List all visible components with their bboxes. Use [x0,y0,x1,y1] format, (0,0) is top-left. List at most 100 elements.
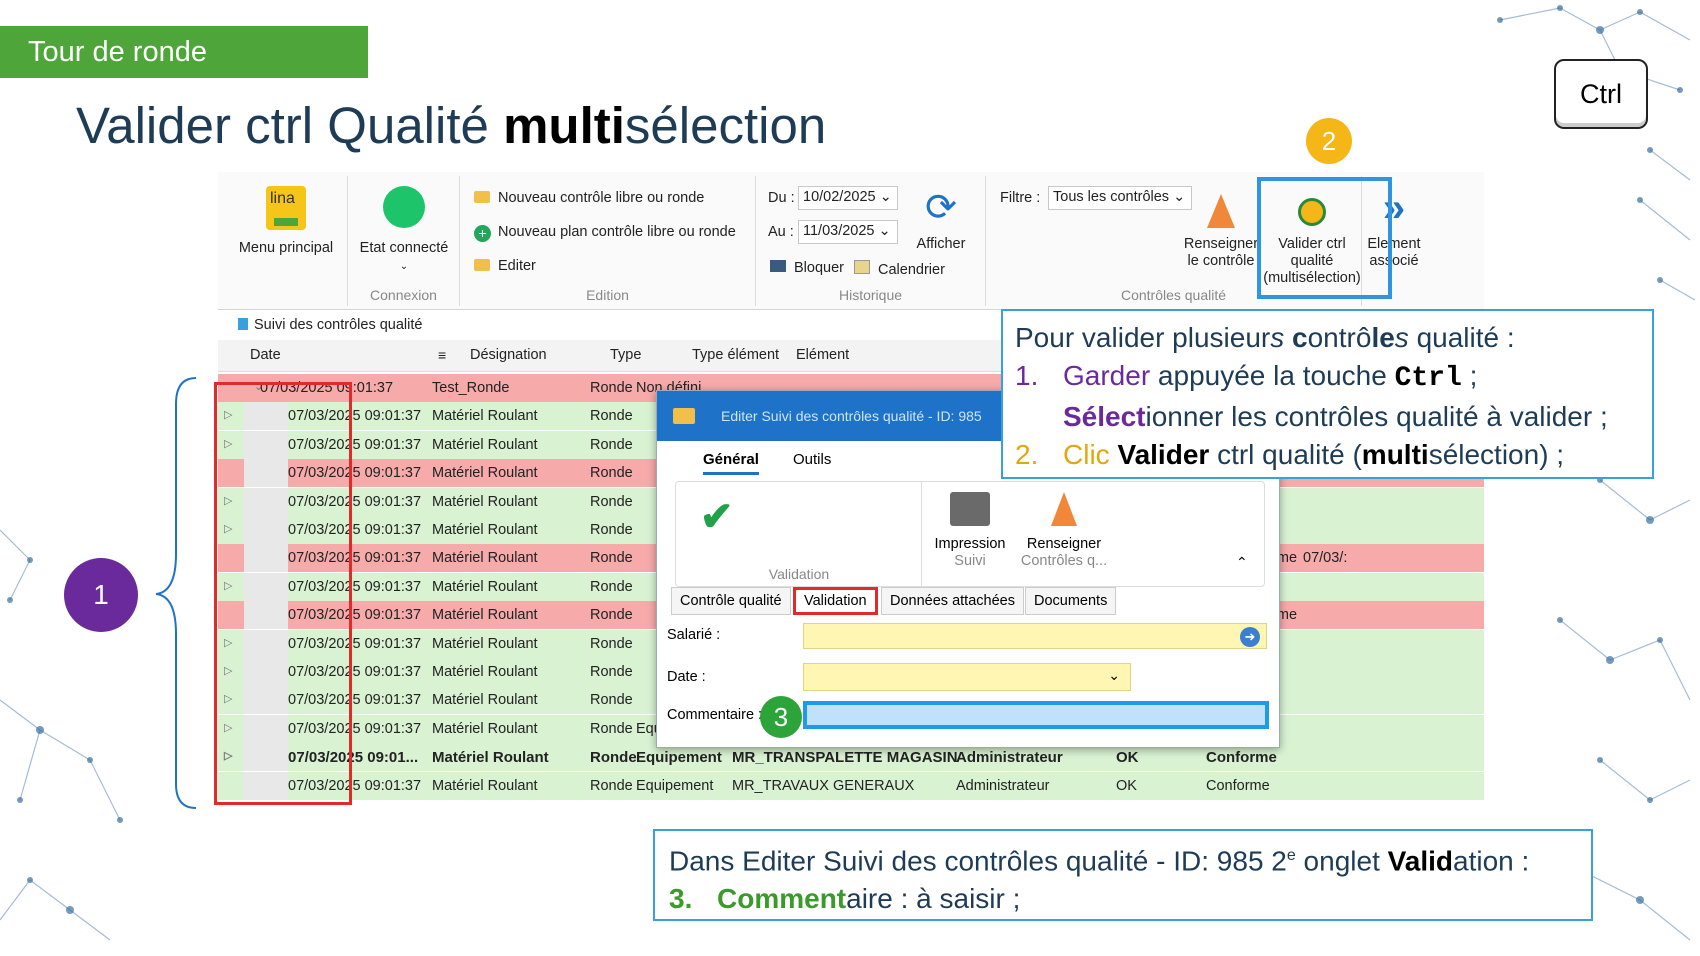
chevron-down-icon: ⌄ [1108,667,1120,683]
impression-button[interactable]: Impression Suivi [924,492,1016,570]
callout1-line1: 1. Garder appuyée la touche Ctrl ; [1015,357,1640,398]
col-type-element[interactable]: Type élément [692,347,779,363]
brace-icon [155,377,197,809]
cell-type-element: Equipement [636,749,722,767]
validate-check-icon[interactable]: ✔ [700,494,734,540]
section-tag: Tour de ronde [0,26,368,78]
cell-date2: 07/03/: [1303,550,1348,567]
callout1-line2: Sélectionner les contrôles qualité à val… [1015,398,1640,436]
network-top-right [1497,5,1696,301]
arrow-right-icon[interactable]: ➜ [1240,627,1260,647]
cell-designation: Matériel Roulant [432,635,538,652]
nouveau-plan-label: Nouveau plan contrôle libre ou ronde [498,224,736,240]
cell-designation: Matériel Roulant [432,522,538,538]
cell-result: Conforme [1206,749,1277,767]
col-date[interactable]: Date [250,347,281,363]
validation-group: ✔ Validation [676,482,922,586]
renseigner-dialog-button[interactable]: Renseigner Contrôles q... [1016,492,1112,570]
nouveau-controle-button[interactable]: Nouveau contrôle libre ou ronde [474,190,704,206]
etat-connecte-button[interactable]: Etat connecté ⌄ [352,186,456,275]
date-field[interactable]: ⌄ [803,663,1131,691]
flask-icon [1051,492,1077,526]
col-designation[interactable]: Désignation [470,347,547,363]
col-type[interactable]: Type [610,347,641,363]
au-date-picker[interactable]: 11/03/2025 ⌄ [798,220,898,244]
subtab-documents[interactable]: Documents [1025,587,1117,615]
cell-designation: Matériel Roulant [432,465,538,482]
c2-t: Dans Editer Suivi des contrôles qualité … [669,845,1287,877]
table-row[interactable]: 07/03/2025 09:01:37 Matériel Roulant Ronde… [218,771,1484,800]
status-green-icon [383,186,425,228]
salarie-label: Salarié : [667,627,721,643]
cell-designation: Matériel Roulant [432,436,538,453]
c1-t: c [1292,322,1308,353]
filtre-label: Filtre : [1000,190,1041,206]
tab-general[interactable]: Général [703,451,759,475]
controles-q-label: Contrôles q... [1020,553,1108,569]
title-part1: Valider ctrl Qualité [76,97,504,154]
renseigner-label-2: le contrôle [1187,253,1255,269]
commentaire-label: Commentaire : [667,707,763,723]
c1-t: ontrô [1307,322,1372,353]
cell-designation: Matériel Roulant [432,664,538,680]
editer-button[interactable]: Editer [474,258,536,274]
chevron-down-icon: ⌄ [879,189,892,205]
commentaire-field[interactable] [803,701,1269,729]
subtab-donnees-attachees[interactable]: Données attachées [881,587,1024,615]
renseigner-dialog-label: Renseigner [1026,536,1102,552]
cell-type-element: Equipement [636,777,714,794]
salarie-field[interactable]: ➜ [803,623,1267,649]
collapse-chevron-icon[interactable]: ⌃ [1236,554,1248,571]
nouveau-plan-button[interactable]: + Nouveau plan contrôle libre ou ronde [474,224,736,242]
cell-type: Ronde [590,607,633,624]
au-value: 11/03/2025 [803,223,875,239]
c2-t: ation : [1453,845,1530,877]
calendrier-button[interactable]: Calendrier [854,260,945,278]
menu-principal-label: Menu principal [238,240,334,256]
c1-t: s [1270,322,1285,353]
c1-t: Valider [1117,439,1210,470]
group-label-connexion: Connexion [370,287,437,303]
c1-t: Garder [1063,360,1151,391]
cell-type: Ronde [590,380,633,396]
callout2-line1: Dans Editer Suivi des contrôles qualité … [669,837,1577,880]
cell-type: Ronde [590,550,633,567]
menu-principal-button[interactable]: lina Menu principal [230,186,342,257]
c2-t: aire : à saisir ; [846,883,1021,915]
selection-highlight [214,382,352,805]
cell-designation: Matériel Roulant [432,408,538,425]
afficher-button[interactable]: ⟳ Afficher [908,188,974,253]
du-date-picker[interactable]: 10/02/2025 ⌄ [798,186,898,210]
bloquer-label: Bloquer [794,260,844,276]
cell-designation: Matériel Roulant [432,749,549,767]
logo-text: lina [270,190,295,207]
subtab-controle-qualite[interactable]: Contrôle qualité [671,587,791,615]
plus-circle-icon: + [474,225,491,242]
cell-user: Administrateur [956,749,1063,767]
cell-type: Ronde [590,635,633,652]
du-label: Du : [768,190,795,206]
subtab-validation[interactable]: Validation [793,587,878,615]
au-label: Au : [768,224,794,240]
calendrier-label: Calendrier [878,262,945,278]
date-label: Date : [667,669,706,685]
flask-small-icon [238,318,248,330]
impression-label: Impression [934,536,1006,552]
cell-type: Ronde [590,777,633,794]
step-badge-2: 2 [1306,118,1352,164]
filter-icon[interactable]: ≡ [438,347,446,363]
c1-t: qualité : [1408,322,1515,353]
callout2-line2: 3. Commentaire : à saisir ; [669,880,1577,918]
c1-t: le [1371,322,1395,353]
filtre-select[interactable]: Tous les contrôles ⌄ [1048,186,1192,210]
bloquer-button[interactable]: Bloquer [770,260,844,276]
cell-designation: Matériel Roulant [432,578,538,595]
filtre-value: Tous les contrôles [1053,189,1170,205]
renseigner-controle-button[interactable]: Renseigner le contrôle [1182,188,1260,270]
editer-label: Editer [498,258,536,274]
cell-designation: Matériel Roulant [432,607,538,624]
col-element[interactable]: Elément [796,347,849,363]
cell-type: Ronde [590,578,633,595]
tab-outils[interactable]: Outils [793,451,831,468]
instructions-callout: Pour valider plusieurs contrôles qualité… [1001,309,1654,479]
